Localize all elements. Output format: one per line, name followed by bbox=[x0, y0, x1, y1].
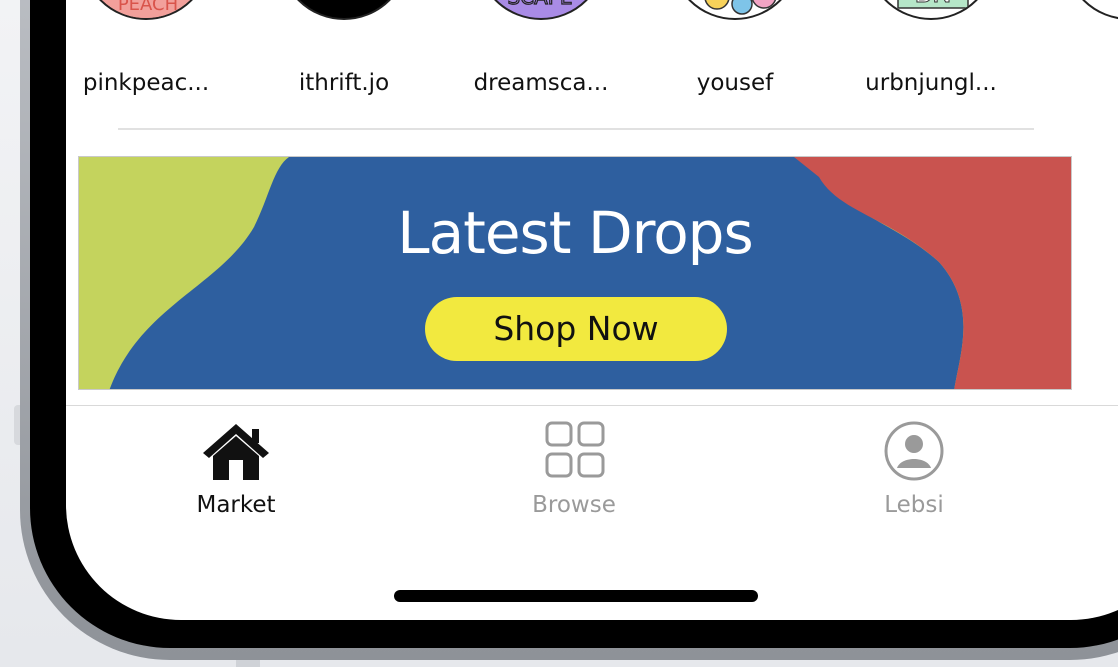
app-screen: PEACH pinkpeac... ithrift.jo SCAPE dream… bbox=[66, 0, 1118, 620]
story-name: ithrift.jo bbox=[298, 70, 390, 96]
peach-logo-icon: PEACH bbox=[101, 0, 195, 18]
story-avatar[interactable]: BN bbox=[866, 0, 996, 20]
tab-browse[interactable]: Browse bbox=[474, 420, 674, 518]
story-name: dreamsca... bbox=[473, 70, 609, 96]
device-stage: PEACH pinkpeac... ithrift.jo SCAPE dream… bbox=[0, 0, 1118, 667]
story-avatar[interactable] bbox=[670, 0, 800, 20]
divider bbox=[118, 128, 1034, 130]
tab-browse-label: Browse bbox=[532, 492, 616, 518]
grid-icon bbox=[545, 421, 605, 478]
story-name: yousef bbox=[696, 70, 774, 96]
svg-text:PEACH: PEACH bbox=[118, 0, 178, 15]
tab-market-label: Market bbox=[196, 492, 276, 518]
story-avatar[interactable]: PEACH bbox=[81, 0, 211, 20]
svg-text:BN: BN bbox=[914, 0, 951, 9]
tab-profile-label: Lebsi bbox=[884, 492, 944, 518]
banner-title: Latest Drops bbox=[397, 199, 753, 267]
latest-drops-banner[interactable]: Latest Drops Shop Now bbox=[78, 156, 1072, 390]
tab-profile[interactable]: Lebsi bbox=[814, 420, 1014, 518]
tabbar-divider bbox=[66, 405, 1118, 406]
home-icon bbox=[203, 424, 269, 480]
dreamscape-logo-icon: SCAPE bbox=[507, 0, 573, 10]
urban-jungle-logo-icon: BN bbox=[897, 0, 969, 10]
stories-row: PEACH pinkpeac... ithrift.jo SCAPE dream… bbox=[66, 0, 1118, 110]
shop-now-button[interactable]: Shop Now bbox=[425, 297, 727, 361]
flower-illustration-icon bbox=[704, 0, 777, 15]
home-indicator[interactable] bbox=[394, 590, 758, 602]
story-avatar[interactable] bbox=[279, 0, 409, 20]
story-avatar[interactable]: SCAPE bbox=[476, 0, 606, 20]
story-avatar[interactable] bbox=[1064, 0, 1118, 20]
profile-icon bbox=[884, 421, 944, 481]
svg-text:SCAPE: SCAPE bbox=[507, 0, 572, 9]
story-name: pinkpeac... bbox=[82, 70, 210, 96]
story-name: urbnjungl... bbox=[865, 70, 997, 96]
tab-market[interactable]: Market bbox=[136, 420, 336, 518]
